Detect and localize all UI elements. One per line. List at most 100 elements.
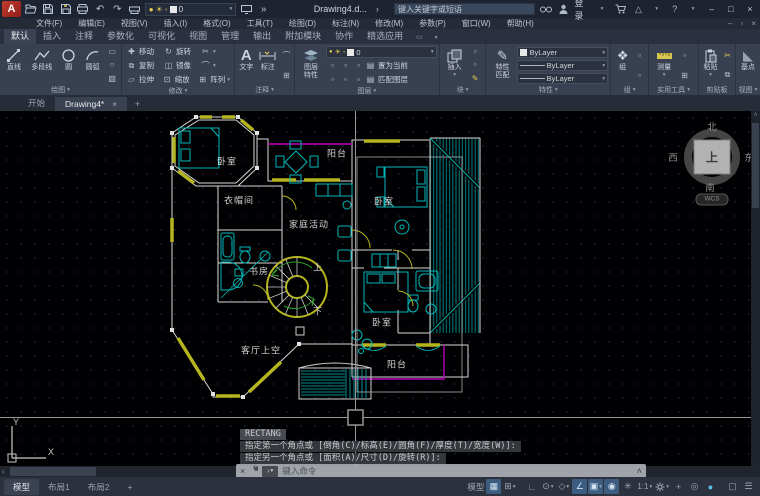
object-snap-toggle[interactable]: ▣▾ [588,479,603,494]
copy-clip-icon[interactable]: ⧉ [721,69,734,81]
command-close-icon[interactable]: × [240,465,245,477]
annotation-autoscale-toggle[interactable]: ✳ [620,479,635,494]
isolate-objects-button[interactable]: ◎ [687,479,702,494]
new-drawing-tab-button[interactable]: + [127,97,148,111]
tab-manage[interactable]: 管理 [214,28,246,44]
account-icon[interactable] [556,2,571,16]
vertical-scroll-thumb[interactable] [752,123,759,208]
quick-select-icon[interactable]: ▫ [678,49,691,61]
block-attribute-icon[interactable]: ✎ [469,72,482,84]
undo-icon[interactable]: ↶ [93,2,107,16]
maximize-button[interactable]: □ [723,2,739,16]
signin-caret-icon[interactable]: ▾ [594,2,609,16]
tab-annotate[interactable]: 注释 [68,28,100,44]
horizontal-scroll-thumb[interactable] [10,467,96,476]
polyline-button[interactable]: 多段线 [27,45,57,85]
lineweight-dropdown[interactable]: ByLayer ▾ [517,60,608,71]
tab-visualize[interactable]: 可视化 [141,28,182,44]
layer-unlock-icon[interactable]: ▫ [339,74,352,86]
panel-label-view[interactable]: 视图▾ [736,85,760,95]
workspace-icon[interactable] [239,2,253,16]
qat-expand-icon[interactable]: » [257,2,271,16]
tab-view[interactable]: 视图 [182,28,214,44]
recent-commands-button[interactable]: ›▾ [262,466,278,477]
annotation-scale-button[interactable]: 1:1▾ [636,479,653,494]
isodraft-toggle[interactable]: ◇▾ [556,479,571,494]
menu-modify[interactable]: 修改(M) [367,18,411,29]
panel-label-utilities[interactable]: 实用工具▾ [649,85,698,95]
file-tab-drawing4[interactable]: Drawing4*× [55,97,127,111]
ortho-toggle[interactable]: ∟ [524,479,539,494]
layout-tab-layout2[interactable]: 布局2 [79,479,119,495]
plus-annotation-button[interactable]: + [671,479,686,494]
menu-view[interactable]: 视图(V) [113,18,156,29]
array-button[interactable]: ⊞阵列▾ [197,73,230,86]
paste-button[interactable]: 粘贴 ▾ [701,45,720,85]
command-input-bar[interactable]: × ›▾ 键入命令 ˄ [236,464,646,478]
panel-label-block[interactable]: 块▾ [440,85,486,95]
close-button[interactable]: × [742,2,758,16]
menu-parametric[interactable]: 参数(P) [411,18,454,29]
menu-tools[interactable]: 工具(T) [239,18,281,29]
layer-freeze-icon[interactable]: ▫ [352,60,365,72]
arc-button[interactable]: 圆弧 [81,45,105,85]
ribbon-display-toggle-icon[interactable]: ▭ [410,33,429,44]
sign-in-button[interactable]: 登录 [574,0,591,22]
search-icon[interactable] [538,2,553,16]
layer-properties-button[interactable]: 图层特性 [297,45,325,86]
tab-featured-apps[interactable]: 精选应用 [360,28,410,44]
dimension-button[interactable]: 标注 [257,45,279,85]
viewcube-north[interactable]: 北 [707,119,717,133]
tab-collaborate[interactable]: 协作 [328,28,360,44]
command-customize-icon[interactable] [249,465,258,477]
block-edit-icon[interactable]: ▫ [469,46,482,58]
tab-insert[interactable]: 插入 [36,28,68,44]
panel-label-groups[interactable]: 组▾ [611,85,648,95]
menu-help[interactable]: 帮助(H) [499,18,542,29]
doc-restore-button[interactable]: ▫ [736,19,747,28]
annotation-visibility-toggle[interactable]: ◉ [604,479,619,494]
leader-tool-icon[interactable]: ⌒ [280,49,293,61]
fillet-button[interactable]: ⌒▾ [200,59,216,72]
tab-output[interactable]: 输出 [246,28,278,44]
command-expand-icon[interactable]: ˄ [637,465,642,477]
tab-parametric[interactable]: 参数化 [100,28,141,44]
layer-isolate-icon[interactable]: ▫ [339,60,352,72]
help-caret-icon[interactable]: ▾ [685,2,700,16]
menu-file[interactable]: 文件(F) [28,18,70,29]
table-tool-icon[interactable]: ⊞ [280,69,293,81]
panel-label-annotate[interactable]: 注释▾ [235,85,294,95]
snap-mode-toggle[interactable]: ⊞▾ [502,479,517,494]
trim-button[interactable]: ✂▾ [200,45,216,58]
rectangle-tool-icon[interactable]: ▭ [106,46,119,58]
viewcube-west[interactable]: 西 [668,150,678,164]
command-input-placeholder[interactable]: 键入命令 [282,465,632,477]
print-icon[interactable] [127,2,141,16]
new-layout-button[interactable]: + [118,480,141,494]
doc-minimize-button[interactable]: – [724,19,736,28]
plot-icon[interactable] [76,2,90,16]
close-tab-icon[interactable]: × [112,100,117,109]
file-tab-start[interactable]: 开始 [18,95,55,111]
store-cart-icon[interactable] [613,2,628,16]
app-menu-button[interactable]: A [2,1,21,17]
viewcube-south[interactable]: 南 [705,180,715,194]
cut-icon[interactable]: ✂ [721,49,734,61]
viewcube-graphic[interactable] [688,133,736,205]
viewcube-top-face[interactable]: 上 [706,149,718,166]
model-space-toggle[interactable]: 模型 [466,479,485,494]
doc-close-button[interactable]: × [747,19,760,28]
workspace-switching-button[interactable]: ▾ [654,479,670,494]
color-dropdown[interactable]: ByLayer ▾ [517,47,608,58]
quick-calc-icon[interactable]: ⊞ [678,69,691,81]
hatch-tool-icon[interactable]: ▨ [106,72,119,84]
menu-dimension[interactable]: 标注(N) [324,18,367,29]
text-button[interactable]: A 文字 [237,45,256,85]
open-icon[interactable] [24,2,38,16]
menu-insert[interactable]: 插入(I) [156,18,196,29]
hardware-acceleration-toggle[interactable]: ● [703,479,718,494]
panel-label-clipboard[interactable]: 剪贴板 [699,85,735,95]
menu-draw[interactable]: 绘图(D) [281,18,324,29]
attribute-edit-icon[interactable]: ▫ [469,59,482,71]
measure-button[interactable]: 测量 ▾ [651,45,677,85]
